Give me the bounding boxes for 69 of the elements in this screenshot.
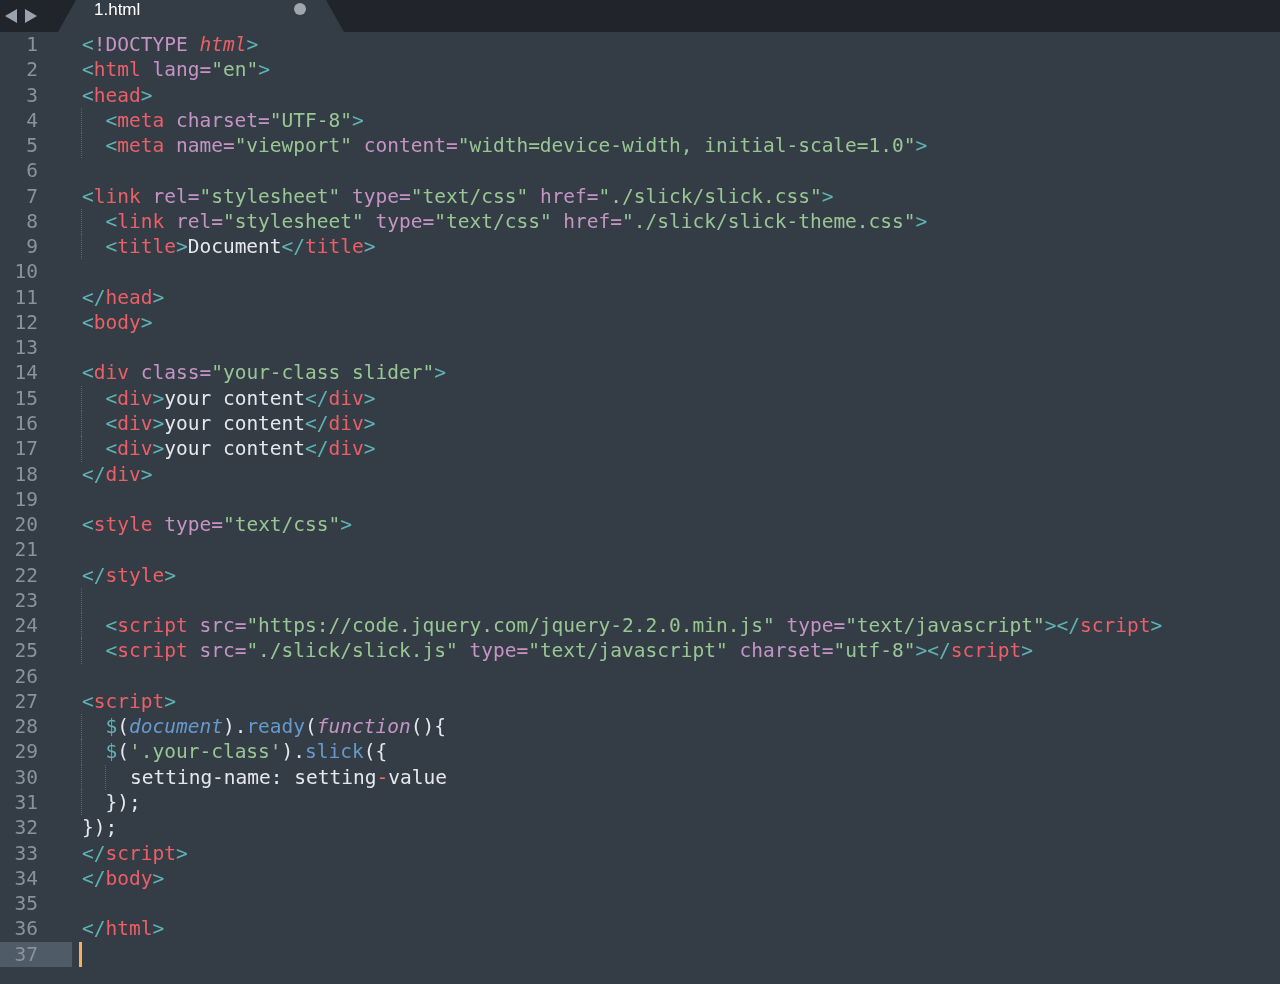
code-line: <script> [81, 688, 176, 715]
code-line: <link rel="stylesheet" type="text/css" href="./slick/slick.css"> [81, 183, 834, 209]
line-number: 31 [13, 789, 39, 816]
line-number: 26 [13, 663, 39, 689]
line-number: 10 [13, 259, 39, 285]
code-line: <div>your content</div> [81, 385, 376, 411]
line-number: 5 [25, 133, 39, 159]
line-number: 3 [25, 82, 39, 108]
line-number: 19 [13, 486, 39, 513]
code-line: </head> [81, 284, 165, 310]
line-number: 6 [25, 158, 39, 184]
line-number: 22 [13, 562, 39, 588]
code-line: <div>your content</div> [81, 436, 376, 462]
code-line: </body> [81, 865, 165, 892]
line-number: 30 [13, 764, 39, 790]
code-line: </style> [81, 562, 176, 588]
line-number: 33 [13, 840, 39, 866]
line-number: 8 [25, 208, 39, 235]
line-number: 4 [25, 107, 39, 134]
line-number: 21 [13, 537, 39, 563]
line-number: 37 [0, 941, 72, 967]
line-number: 16 [13, 411, 39, 437]
line-number: 23 [13, 587, 39, 614]
code-line: </html> [81, 916, 165, 942]
file-tab[interactable]: 1.html [58, 0, 344, 32]
code-line: <head> [81, 82, 153, 108]
line-number: 32 [13, 815, 39, 841]
code-line: <script src="./slick/slick.js" type="text/javascript" charset="utf-8"></script> [81, 638, 1033, 664]
code-line: <style type="text/css"> [81, 512, 353, 538]
line-number: 7 [25, 183, 39, 209]
line-number: 34 [13, 865, 39, 892]
text-cursor [79, 941, 82, 967]
code-line: <html lang="en"> [81, 57, 270, 83]
line-number: 27 [13, 688, 39, 715]
code-line: }); [81, 789, 141, 816]
line-number: 13 [13, 335, 39, 361]
code-line: setting-name: setting-value [81, 764, 447, 790]
code-line: <div class="your-class slider"> [81, 360, 446, 386]
line-number: 28 [13, 714, 39, 740]
code-line: <script src="https://code.jquery.com/jquery-2.2.0.min.js" type="text/javascript"></script> [81, 613, 1163, 639]
code-line: <meta name="viewport" content="width=device-width, initial-scale=1.0"> [81, 133, 928, 159]
line-number: 35 [13, 891, 39, 917]
forward-arrow-icon[interactable] [24, 9, 38, 23]
line-number: 12 [13, 309, 39, 336]
line-number: 1 [25, 32, 39, 58]
line-number: 15 [13, 385, 39, 411]
code-line: </script> [81, 840, 188, 866]
line-number: 36 [13, 916, 39, 942]
code-line: <!DOCTYPE html> [81, 32, 259, 58]
code-line: <meta charset="UTF-8"> [81, 107, 364, 134]
line-number: 18 [13, 461, 39, 487]
line-number: 29 [13, 739, 39, 765]
code-line: $(document).ready(function(){ [81, 714, 446, 740]
line-number: 14 [13, 360, 39, 386]
line-number: 2 [25, 57, 39, 83]
line-number: 11 [13, 284, 39, 310]
code-line: </div> [81, 461, 153, 487]
code-line: <link rel="stylesheet" type="text/css" href="./slick/slick-theme.css"> [81, 208, 928, 235]
back-arrow-icon[interactable] [4, 9, 18, 23]
line-number: 25 [13, 638, 39, 664]
code-line: <title>Document</title> [81, 234, 376, 260]
line-number: 20 [13, 512, 39, 538]
line-number: 24 [13, 613, 39, 639]
line-number: 9 [25, 234, 39, 260]
code-line: }); [81, 815, 118, 841]
code-line: $('.your-class').slick({ [81, 739, 388, 765]
code-line: <body> [81, 309, 153, 336]
code-line: <div>your content</div> [81, 411, 376, 437]
line-number: 17 [13, 436, 39, 462]
